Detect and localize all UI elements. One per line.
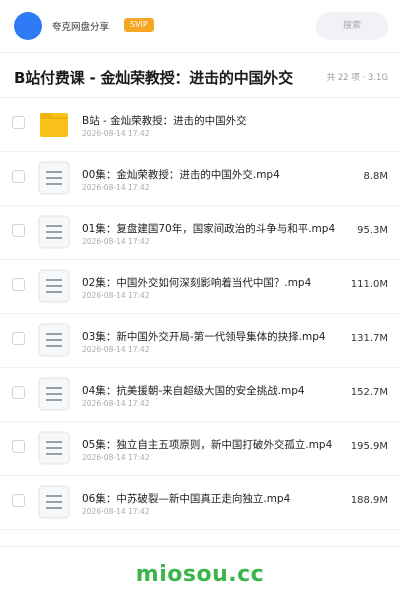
file-date: 2026-08-14 17:42 <box>82 453 150 462</box>
file-icon <box>38 269 70 303</box>
row-checkbox[interactable] <box>12 386 25 399</box>
file-row[interactable]: 03集：新中国外交开局-第一代领导集体的抉择.mp4 2026-08-14 17:… <box>0 314 400 368</box>
avatar[interactable] <box>14 12 42 40</box>
file-name[interactable]: 01集：复盘建国70年，国家间政治的斗争与和平.mp4 <box>82 221 344 236</box>
search-input[interactable]: 搜索 <box>316 12 388 40</box>
file-name[interactable]: 05集：独立自主五项原则，新中国打破外交孤立.mp4 <box>82 437 344 452</box>
file-name[interactable]: 03集：新中国外交开局-第一代领导集体的抉择.mp4 <box>82 329 344 344</box>
file-date: 2026-08-14 17:42 <box>82 345 150 354</box>
file-row[interactable]: 05集：独立自主五项原则，新中国打破外交孤立.mp4 2026-08-14 17:… <box>0 422 400 476</box>
file-name[interactable]: B站 - 金灿荣教授：进击的中国外交 <box>82 113 344 128</box>
file-icon <box>38 323 70 357</box>
watermark: miosou.cc <box>135 562 265 587</box>
row-checkbox[interactable] <box>12 332 25 345</box>
row-checkbox[interactable] <box>12 494 25 507</box>
row-checkbox[interactable] <box>12 224 25 237</box>
file-date: 2026-08-14 17:42 <box>82 507 150 516</box>
row-checkbox[interactable] <box>12 278 25 291</box>
file-size: 195.9M <box>350 441 388 452</box>
folder-header: B站付费课 - 金灿荣教授：进击的中国外交 共 22 项 · 3.1G <box>0 53 400 98</box>
row-checkbox[interactable] <box>12 440 25 453</box>
folder-meta: 共 22 项 · 3.1G <box>326 73 388 83</box>
folder-icon <box>38 107 70 141</box>
file-list: B站 - 金灿荣教授：进击的中国外交 2026-08-14 17:42 00集：金灿… <box>0 98 400 530</box>
file-row[interactable]: 00集：金灿荣教授：进击的中国外交.mp4 2026-08-14 17:42 8.8… <box>0 152 400 206</box>
file-date: 2026-08-14 17:42 <box>82 183 150 192</box>
file-date: 2026-08-14 17:42 <box>82 399 150 408</box>
file-date: 2026-08-14 17:42 <box>82 129 150 138</box>
file-name[interactable]: 00集：金灿荣教授：进击的中国外交.mp4 <box>82 167 344 182</box>
file-row[interactable]: 02集：中国外交如何深刻影响着当代中国？.mp4 2026-08-14 17:42… <box>0 260 400 314</box>
file-row[interactable]: 06集：中苏破裂—新中国真正走向独立.mp4 2026-08-14 17:42 18… <box>0 476 400 530</box>
page-title: B站付费课 - 金灿荣教授：进击的中国外交 <box>14 69 293 87</box>
file-name[interactable]: 04集：抗美援朝-来自超级大国的安全挑战.mp4 <box>82 383 344 398</box>
file-name[interactable]: 02集：中国外交如何深刻影响着当代中国？.mp4 <box>82 275 344 290</box>
file-icon <box>38 215 70 249</box>
file-size: 188.9M <box>350 495 388 506</box>
file-icon <box>38 161 70 195</box>
file-date: 2026-08-14 17:42 <box>82 237 150 246</box>
file-date: 2026-08-14 17:42 <box>82 291 150 300</box>
file-size: 131.7M <box>350 333 388 344</box>
file-name[interactable]: 06集：中苏破裂—新中国真正走向独立.mp4 <box>82 491 344 506</box>
file-size: 111.0M <box>350 279 388 290</box>
row-checkbox[interactable] <box>12 170 25 183</box>
app-name: 夸克网盘分享 <box>52 22 110 33</box>
file-icon <box>38 431 70 465</box>
file-icon <box>38 377 70 411</box>
file-row[interactable]: B站 - 金灿荣教授：进击的中国外交 2026-08-14 17:42 <box>0 98 400 152</box>
file-size: 95.3M <box>357 225 388 236</box>
file-size: 152.7M <box>350 387 388 398</box>
svip-badge: SVIP <box>124 18 154 32</box>
top-bar: 夸克网盘分享 SVIP 搜索 <box>0 0 400 52</box>
file-icon <box>38 485 70 519</box>
file-row[interactable]: 01集：复盘建国70年，国家间政治的斗争与和平.mp4 2026-08-14 17… <box>0 206 400 260</box>
footer-divider <box>0 546 400 547</box>
row-checkbox[interactable] <box>12 116 25 129</box>
file-size: 8.8M <box>363 171 388 182</box>
file-row[interactable]: 04集：抗美援朝-来自超级大国的安全挑战.mp4 2026-08-14 17:42… <box>0 368 400 422</box>
